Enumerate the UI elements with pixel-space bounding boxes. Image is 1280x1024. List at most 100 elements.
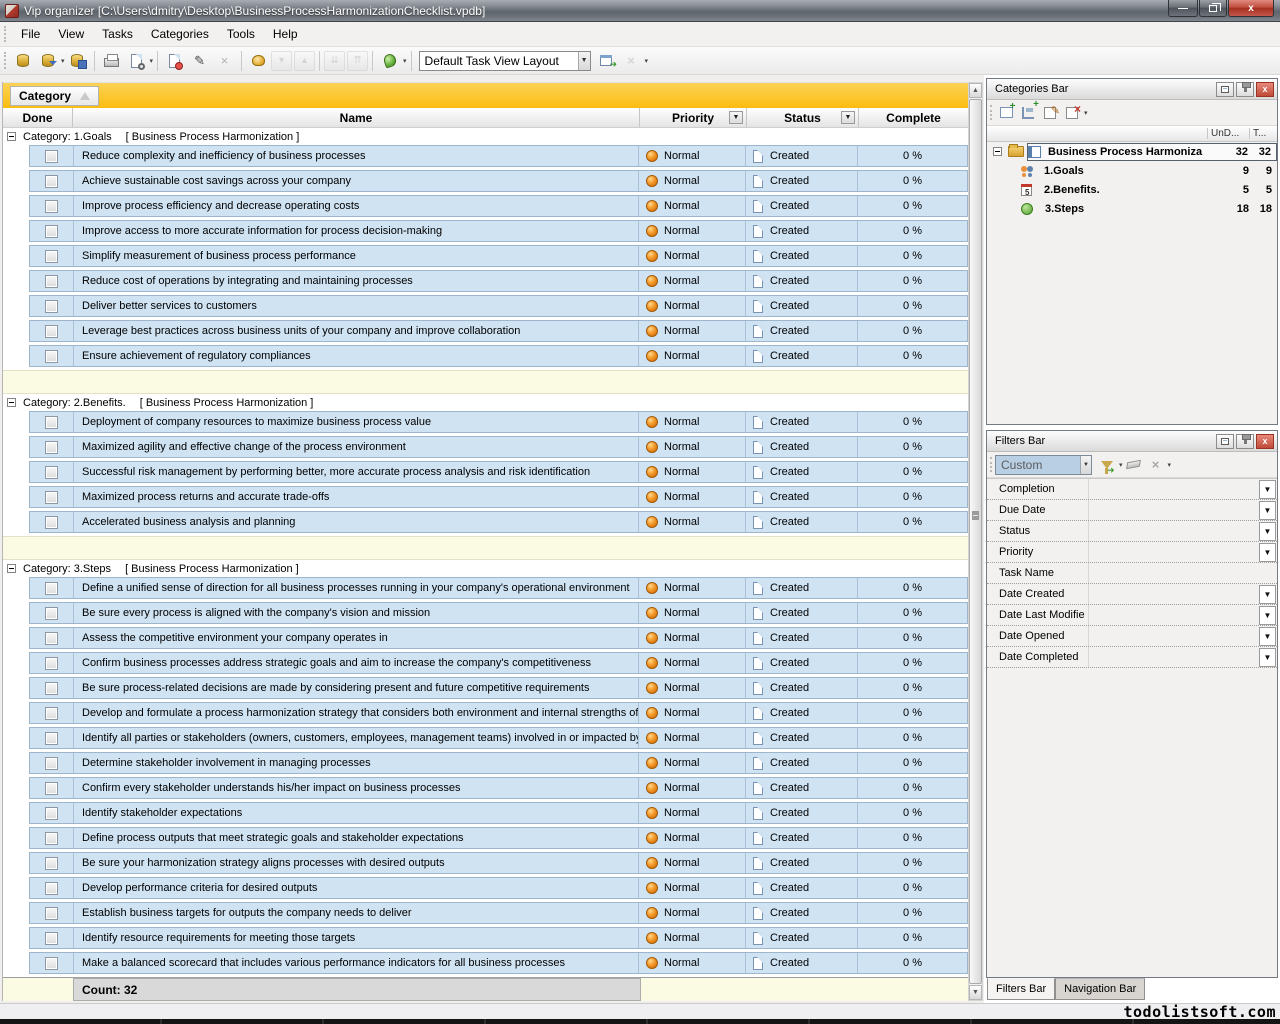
task-priority-cell[interactable]: Normal xyxy=(639,296,746,316)
task-priority-cell[interactable]: Normal xyxy=(639,146,746,166)
filter-preset-arrow[interactable]: ▼ xyxy=(1080,456,1091,474)
scrollbar-thumb[interactable] xyxy=(969,99,982,984)
task-priority-cell[interactable]: Normal xyxy=(639,878,746,898)
filter-dropdown-button[interactable]: ▼ xyxy=(1259,522,1276,541)
filter-value[interactable] xyxy=(1089,563,1277,583)
task-complete-cell[interactable]: 0 % xyxy=(858,146,967,166)
task-name-cell[interactable]: Improve process efficiency and decrease … xyxy=(74,196,639,216)
done-checkbox[interactable] xyxy=(45,882,58,895)
menu-item-tasks[interactable]: Tasks xyxy=(93,24,142,44)
edit-task-button[interactable]: ✎ xyxy=(188,50,211,72)
filter-row[interactable]: Completion ▼ xyxy=(987,479,1277,500)
task-priority-cell[interactable]: Normal xyxy=(639,271,746,291)
filters-toolbar-overflow[interactable]: ▾ xyxy=(1168,461,1172,469)
task-status-cell[interactable]: Created xyxy=(746,778,858,798)
task-status-cell[interactable]: Created xyxy=(746,437,858,457)
collapse-icon[interactable] xyxy=(7,564,16,573)
task-priority-cell[interactable]: Normal xyxy=(639,628,746,648)
task-complete-cell[interactable]: 0 % xyxy=(858,878,967,898)
categories-pin-button[interactable] xyxy=(1236,82,1254,97)
task-name-cell[interactable]: Achieve sustainable cost savings across … xyxy=(74,171,639,191)
task-row[interactable]: Improve access to more accurate informat… xyxy=(29,220,968,242)
task-status-cell[interactable]: Created xyxy=(746,171,858,191)
filter-preset-combobox[interactable]: Custom ▼ xyxy=(995,455,1092,475)
filter-dropdown-button[interactable]: ▼ xyxy=(1259,543,1276,562)
task-priority-cell[interactable]: Normal xyxy=(639,462,746,482)
done-checkbox[interactable] xyxy=(45,466,58,479)
done-checkbox[interactable] xyxy=(45,632,58,645)
close-button[interactable]: x xyxy=(1228,0,1274,17)
layout-combobox[interactable]: Default Task View Layout ▼ xyxy=(419,51,591,71)
task-row[interactable]: Determine stakeholder involvement in man… xyxy=(29,752,968,774)
task-priority-cell[interactable]: Normal xyxy=(639,578,746,598)
layout-combobox-arrow[interactable]: ▼ xyxy=(578,52,590,70)
task-name-cell[interactable]: Ensure achievement of regulatory complia… xyxy=(74,346,639,366)
done-checkbox[interactable] xyxy=(45,416,58,429)
task-priority-cell[interactable]: Normal xyxy=(639,412,746,432)
task-row[interactable]: Deployment of company resources to maxim… xyxy=(29,411,968,433)
task-complete-cell[interactable]: 0 % xyxy=(858,512,967,532)
task-row[interactable]: Develop performance criteria for desired… xyxy=(29,877,968,899)
done-checkbox[interactable] xyxy=(45,782,58,795)
new-task-button[interactable] xyxy=(163,50,186,72)
print-preview-dropdown[interactable]: ▾ xyxy=(150,57,154,65)
task-complete-cell[interactable]: 0 % xyxy=(858,853,967,873)
task-status-cell[interactable]: Created xyxy=(746,728,858,748)
task-row[interactable]: Reduce cost of operations by integrating… xyxy=(29,270,968,292)
tree-collapse-icon[interactable] xyxy=(993,147,1002,156)
filter-value[interactable] xyxy=(1089,626,1259,646)
task-priority-cell[interactable]: Normal xyxy=(639,246,746,266)
task-status-cell[interactable]: Created xyxy=(746,412,858,432)
status-filter-dropdown[interactable]: ▼ xyxy=(841,111,855,124)
category-group-header[interactable]: Category: 1.Goals [ Business Process Har… xyxy=(3,128,968,145)
task-row[interactable]: Confirm every stakeholder understands hi… xyxy=(29,777,968,799)
task-complete-cell[interactable]: 0 % xyxy=(858,346,967,366)
done-checkbox[interactable] xyxy=(45,150,58,163)
notification-button[interactable] xyxy=(378,50,401,72)
task-complete-cell[interactable]: 0 % xyxy=(858,728,967,748)
task-priority-cell[interactable]: Normal xyxy=(639,221,746,241)
categories-bar-header[interactable]: Categories Bar x xyxy=(987,79,1277,100)
task-name-cell[interactable]: Identify resource requirements for meeti… xyxy=(74,928,639,948)
filter-value[interactable] xyxy=(1089,584,1259,604)
menu-item-view[interactable]: View xyxy=(49,24,93,44)
task-row[interactable]: Confirm business processes address strat… xyxy=(29,652,968,674)
column-header-name[interactable]: Name xyxy=(73,108,640,127)
windows-taskbar-strip[interactable] xyxy=(0,1019,1280,1024)
done-checkbox[interactable] xyxy=(45,491,58,504)
done-checkbox[interactable] xyxy=(45,707,58,720)
filter-row[interactable]: Date Opened ▼ xyxy=(987,626,1277,647)
task-row[interactable]: Assess the competitive environment your … xyxy=(29,627,968,649)
done-checkbox[interactable] xyxy=(45,582,58,595)
task-complete-cell[interactable]: 0 % xyxy=(858,803,967,823)
task-name-cell[interactable]: Maximized process returns and accurate t… xyxy=(74,487,639,507)
print-button[interactable] xyxy=(100,50,123,72)
task-list-scrollbar[interactable]: ▲ ▼ xyxy=(968,82,983,1001)
filter-row[interactable]: Task Name xyxy=(987,563,1277,584)
collapse-icon[interactable] xyxy=(7,398,16,407)
filter-value[interactable] xyxy=(1089,647,1259,667)
filter-value[interactable] xyxy=(1089,500,1259,520)
done-checkbox[interactable] xyxy=(45,275,58,288)
move-up-button[interactable]: ▴ xyxy=(294,51,315,71)
done-checkbox[interactable] xyxy=(45,607,58,620)
task-priority-cell[interactable]: Normal xyxy=(639,953,746,973)
filter-dropdown-button[interactable]: ▼ xyxy=(1259,627,1276,646)
open-database-button[interactable] xyxy=(36,50,59,72)
task-complete-cell[interactable]: 0 % xyxy=(858,221,967,241)
delete-task-button[interactable]: × xyxy=(213,50,236,72)
done-checkbox[interactable] xyxy=(45,907,58,920)
edit-category-button[interactable] xyxy=(1039,103,1061,123)
task-complete-cell[interactable]: 0 % xyxy=(858,246,967,266)
task-priority-cell[interactable]: Normal xyxy=(639,603,746,623)
task-name-cell[interactable]: Maximized agility and effective change o… xyxy=(74,437,639,457)
undone-column-header[interactable]: UnD... xyxy=(1207,128,1249,139)
task-name-cell[interactable]: Define process outputs that meet strateg… xyxy=(74,828,639,848)
filter-value[interactable] xyxy=(1089,521,1259,541)
filter-row[interactable]: Date Created ▼ xyxy=(987,584,1277,605)
move-top-button[interactable]: ⇈ xyxy=(347,51,368,71)
move-bottom-button[interactable]: ⇊ xyxy=(324,51,345,71)
filter-value[interactable] xyxy=(1089,605,1259,625)
task-status-cell[interactable]: Created xyxy=(746,346,858,366)
task-priority-cell[interactable]: Normal xyxy=(639,828,746,848)
